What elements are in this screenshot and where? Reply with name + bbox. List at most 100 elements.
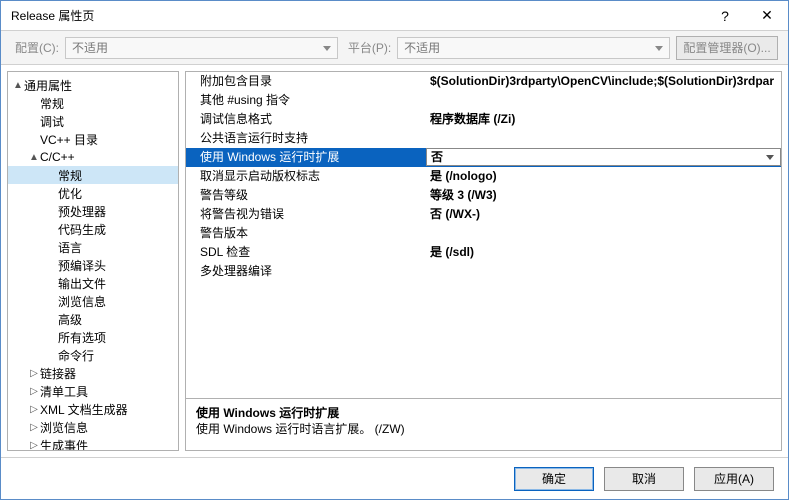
tree-item[interactable]: 调试 <box>8 112 178 130</box>
configuration-manager-button[interactable]: 配置管理器(O)... <box>676 36 778 60</box>
dialog-body: ▲通用属性常规调试VC++ 目录▲C/C++常规优化预处理器代码生成语言预编译头… <box>1 65 788 457</box>
property-value[interactable]: 否 (/WX-) <box>426 205 781 224</box>
tree-item[interactable]: 预处理器 <box>8 202 178 220</box>
property-name: 将警告视为错误 <box>186 205 426 224</box>
property-name: 公共语言运行时支持 <box>186 129 426 148</box>
property-value[interactable] <box>426 262 781 281</box>
tree-item[interactable]: ▷链接器 <box>8 364 178 382</box>
tree-item-label: 命令行 <box>58 347 94 364</box>
property-name: 取消显示启动版权标志 <box>186 167 426 186</box>
tree-item[interactable]: 常规 <box>8 166 178 184</box>
ok-button[interactable]: 确定 <box>514 467 594 491</box>
tree-item-label: 清单工具 <box>40 383 88 400</box>
tree-item[interactable]: 常规 <box>8 94 178 112</box>
tree-item[interactable]: 浏览信息 <box>8 292 178 310</box>
platform-combo[interactable]: 不适用 <box>397 37 670 59</box>
property-row[interactable]: 调试信息格式程序数据库 (/Zi) <box>186 110 781 129</box>
property-row[interactable]: 警告版本 <box>186 224 781 243</box>
tree-item-label: 生成事件 <box>40 437 88 452</box>
property-grid[interactable]: 附加包含目录$(SolutionDir)3rdparty\OpenCV\incl… <box>185 71 782 399</box>
property-name: 警告版本 <box>186 224 426 243</box>
tree-item[interactable]: 高级 <box>8 310 178 328</box>
category-tree[interactable]: ▲通用属性常规调试VC++ 目录▲C/C++常规优化预处理器代码生成语言预编译头… <box>7 71 179 451</box>
property-name: 附加包含目录 <box>186 72 426 91</box>
window-title: Release 属性页 <box>11 7 704 24</box>
tree-item[interactable]: 代码生成 <box>8 220 178 238</box>
collapsed-icon: ▷ <box>28 404 40 415</box>
tree-item-label: 链接器 <box>40 365 76 382</box>
tree-item-label: 高级 <box>58 311 82 328</box>
tree-item-label: XML 文档生成器 <box>40 401 128 418</box>
property-value[interactable] <box>426 224 781 243</box>
tree-item-label: 预处理器 <box>58 203 106 220</box>
collapsed-icon: ▷ <box>28 368 40 379</box>
property-row[interactable]: 附加包含目录$(SolutionDir)3rdparty\OpenCV\incl… <box>186 72 781 91</box>
property-row[interactable]: 警告等级等级 3 (/W3) <box>186 186 781 205</box>
collapsed-icon: ▷ <box>28 386 40 397</box>
property-row[interactable]: 多处理器编译 <box>186 262 781 281</box>
tree-item[interactable]: 预编译头 <box>8 256 178 274</box>
property-value[interactable]: $(SolutionDir)3rdparty\OpenCV\include;$(… <box>426 72 781 91</box>
property-row[interactable]: 使用 Windows 运行时扩展否 <box>186 148 781 167</box>
tree-item-label: 常规 <box>40 95 64 112</box>
tree-item[interactable]: 输出文件 <box>8 274 178 292</box>
property-row[interactable]: 其他 #using 指令 <box>186 91 781 110</box>
tree-item[interactable]: 语言 <box>8 238 178 256</box>
property-row[interactable]: 将警告视为错误否 (/WX-) <box>186 205 781 224</box>
description-heading: 使用 Windows 运行时扩展 <box>196 405 771 421</box>
tree-item-label: 语言 <box>58 239 82 256</box>
tree-item-label: 输出文件 <box>58 275 106 292</box>
tree-item[interactable]: ▲C/C++ <box>8 148 178 166</box>
toolbar: 配置(C): 不适用 平台(P): 不适用 配置管理器(O)... <box>1 31 788 65</box>
collapsed-icon: ▷ <box>28 440 40 451</box>
expanded-icon: ▲ <box>12 80 24 91</box>
property-name: SDL 检查 <box>186 243 426 262</box>
configuration-combo[interactable]: 不适用 <box>65 37 338 59</box>
property-row[interactable]: 公共语言运行时支持 <box>186 129 781 148</box>
collapsed-icon: ▷ <box>28 422 40 433</box>
apply-button[interactable]: 应用(A) <box>694 467 774 491</box>
tree-item-label: 浏览信息 <box>58 293 106 310</box>
tree-item-label: 代码生成 <box>58 221 106 238</box>
close-button[interactable]: ✕ <box>746 1 788 31</box>
tree-item[interactable]: ▷XML 文档生成器 <box>8 400 178 418</box>
tree-item[interactable]: 命令行 <box>8 346 178 364</box>
dialog-footer: 确定 取消 应用(A) <box>1 457 788 499</box>
tree-item[interactable]: ▲通用属性 <box>8 76 178 94</box>
platform-label: 平台(P): <box>348 39 391 56</box>
tree-item-label: 常规 <box>58 167 82 184</box>
property-value[interactable]: 是 (/sdl) <box>426 243 781 262</box>
property-value[interactable]: 否 <box>426 148 781 166</box>
property-row[interactable]: 取消显示启动版权标志是 (/nologo) <box>186 167 781 186</box>
configuration-label: 配置(C): <box>15 39 59 56</box>
tree-item-label: C/C++ <box>40 150 75 164</box>
expanded-icon: ▲ <box>28 152 40 163</box>
tree-item-label: 调试 <box>40 113 64 130</box>
property-value[interactable]: 程序数据库 (/Zi) <box>426 110 781 129</box>
property-name: 其他 #using 指令 <box>186 91 426 110</box>
tree-item[interactable]: 优化 <box>8 184 178 202</box>
property-name: 调试信息格式 <box>186 110 426 129</box>
tree-item-label: 浏览信息 <box>40 419 88 436</box>
platform-value: 不适用 <box>404 39 440 56</box>
property-name: 使用 Windows 运行时扩展 <box>186 148 426 167</box>
tree-item[interactable]: ▷浏览信息 <box>8 418 178 436</box>
cancel-button[interactable]: 取消 <box>604 467 684 491</box>
tree-item[interactable]: ▷生成事件 <box>8 436 178 451</box>
help-button[interactable]: ? <box>704 1 746 31</box>
description-body: 使用 Windows 运行时语言扩展。 (/ZW) <box>196 421 771 437</box>
property-value[interactable]: 等级 3 (/W3) <box>426 186 781 205</box>
property-value[interactable]: 是 (/nologo) <box>426 167 781 186</box>
tree-item-label: VC++ 目录 <box>40 131 98 148</box>
property-value[interactable] <box>426 91 781 110</box>
property-row[interactable]: SDL 检查是 (/sdl) <box>186 243 781 262</box>
property-value[interactable] <box>426 129 781 148</box>
tree-item-label: 通用属性 <box>24 77 72 94</box>
tree-item[interactable]: 所有选项 <box>8 328 178 346</box>
titlebar: Release 属性页 ? ✕ <box>1 1 788 31</box>
right-pane: 附加包含目录$(SolutionDir)3rdparty\OpenCV\incl… <box>185 71 782 451</box>
tree-item-label: 所有选项 <box>58 329 106 346</box>
tree-item[interactable]: VC++ 目录 <box>8 130 178 148</box>
tree-item[interactable]: ▷清单工具 <box>8 382 178 400</box>
description-panel: 使用 Windows 运行时扩展 使用 Windows 运行时语言扩展。 (/Z… <box>185 399 782 451</box>
